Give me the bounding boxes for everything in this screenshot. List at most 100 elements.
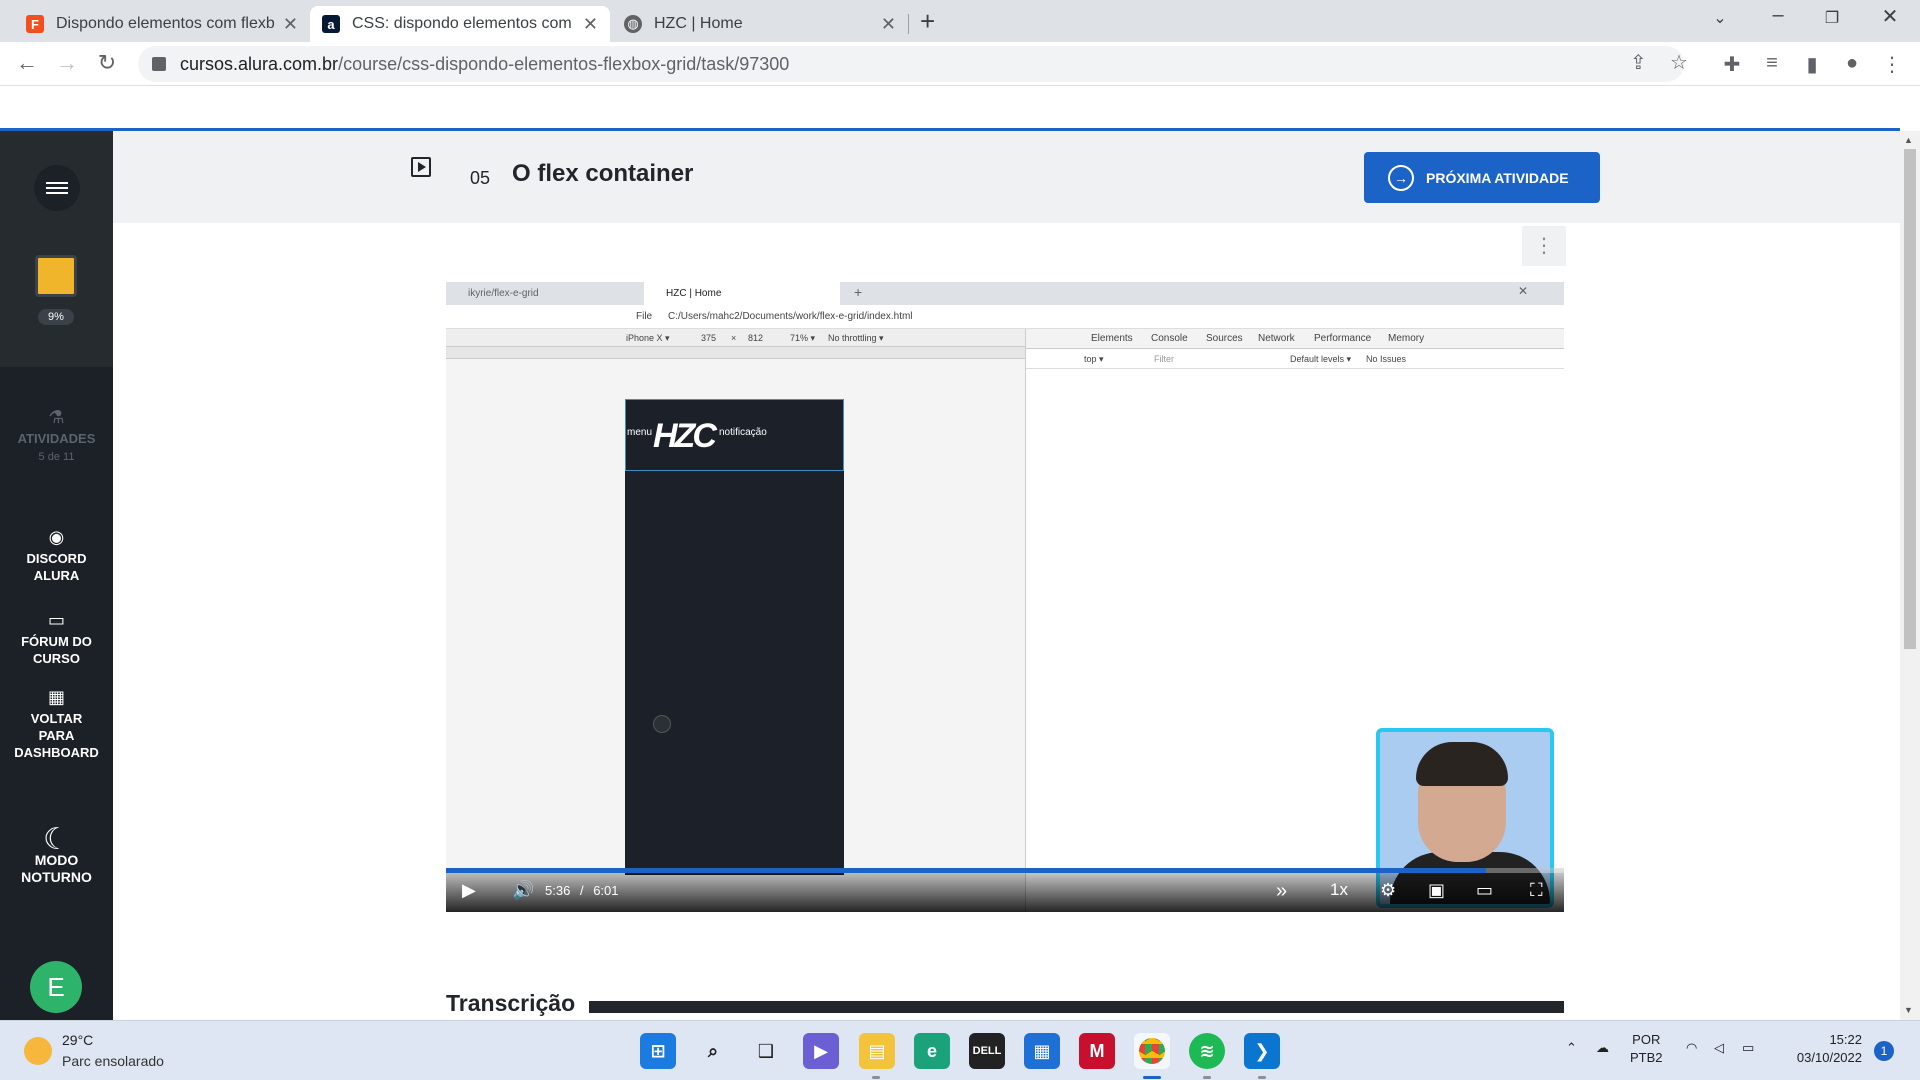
language-indicator[interactable]: POR PTB2 (1630, 1031, 1663, 1067)
reload-icon[interactable]: ↻ (92, 50, 122, 76)
video-phone-screen: menu HZC notificação (625, 399, 844, 875)
globe-icon: ◍ (624, 15, 642, 33)
alura-icon: a (322, 15, 340, 33)
battery-icon[interactable]: ▭ (1742, 1039, 1754, 1057)
browser-tab-figma[interactable]: F Dispondo elementos com flexbo ✕ (14, 6, 310, 42)
discord-icon: ◉ (48, 527, 65, 547)
share-icon[interactable]: ⇪ (1630, 50, 1647, 75)
page-scrollbar[interactable]: ▲ ▼ (1900, 131, 1920, 1020)
next-activity-label: PRÓXIMA ATIVIDADE (1426, 169, 1569, 186)
scrollbar-thumb[interactable] (1904, 149, 1916, 649)
fullscreen-icon[interactable]: ⛶ (1530, 880, 1543, 901)
weather-temp: 29°C (62, 1032, 94, 1048)
video-duration: 6:01 (593, 883, 619, 898)
avatar[interactable]: E (30, 961, 82, 1013)
video-devtools-tab: Console (1151, 329, 1188, 351)
video-phone-menu: menu (627, 427, 653, 438)
onedrive-cloud-icon[interactable]: ☁ (1596, 1039, 1609, 1057)
sidebar-item-label: PARA (38, 728, 75, 743)
tab-search-icon[interactable]: ⌄ (1700, 8, 1740, 28)
speaker-icon[interactable]: ◁ (1714, 1039, 1724, 1057)
notification-badge[interactable]: 1 (1874, 1041, 1894, 1061)
video-address-bar: File C:/Users/mahc2/Documents/work/flex-… (446, 305, 1564, 329)
extensions-icon[interactable]: ✚ (1718, 52, 1746, 77)
close-tab-icon[interactable]: ✕ (583, 14, 598, 35)
close-window-icon[interactable]: ✕ (1870, 4, 1910, 29)
video-cursor-icon (653, 715, 671, 733)
back-icon[interactable]: ← (12, 50, 42, 76)
tab-title: CSS: dispondo elementos com Fl (352, 15, 575, 32)
tray-chevron-icon[interactable]: ⌃ (1566, 1039, 1577, 1057)
play-icon[interactable]: ▶ (462, 880, 476, 901)
sidebar-item-label: CURSO (33, 651, 80, 666)
sidebar-item-night-mode[interactable]: ☾ MODO NOTURNO (0, 825, 113, 886)
scroll-up-icon[interactable]: ▲ (1904, 135, 1913, 145)
video-new-tab-icon: + (854, 284, 863, 300)
flask-icon: ⚗ (48, 407, 65, 427)
store-icon[interactable]: ▦ (1024, 1033, 1060, 1069)
close-tab-icon[interactable]: ✕ (881, 14, 896, 35)
sidebar-item-label: ALURA (33, 568, 80, 583)
sidebar-menu-button[interactable] (34, 165, 80, 211)
restore-icon[interactable]: ❐ (1812, 8, 1852, 28)
weather-sun-icon[interactable] (24, 1037, 52, 1065)
forward-icon[interactable]: → (52, 50, 82, 76)
tab-title: Dispondo elementos com flexbo (56, 15, 275, 32)
bookmark-star-icon[interactable]: ☆ (1670, 50, 1688, 75)
video-devtools-tab: Performance (1314, 333, 1372, 344)
video-time-separator: / (579, 883, 584, 898)
app-running-indicator (1203, 1076, 1211, 1079)
vscode-icon[interactable]: ❯ (1244, 1033, 1280, 1069)
course-thumbnail-icon[interactable] (35, 255, 77, 297)
video-console-filter: Filter (1154, 354, 1174, 364)
volume-icon[interactable]: 🔊 (512, 880, 534, 901)
playback-speed-button[interactable]: 1x (1330, 880, 1348, 900)
teams-chat-icon[interactable]: ▶ (803, 1033, 839, 1069)
search-icon[interactable]: ⌕ (695, 1033, 731, 1069)
browser-tab-hzc[interactable]: ◍ HZC | Home ✕ (612, 6, 908, 42)
video-close-icon: ✕ (1518, 284, 1529, 298)
chrome-icon[interactable] (1134, 1033, 1170, 1069)
browser-tab-alura[interactable]: a CSS: dispondo elementos com Fl ✕ (310, 6, 610, 42)
taskbar: 29°C Parc ensolarado ⊞ ⌕ ❑ ▶ ▤ e DELL ▦ … (0, 1020, 1920, 1080)
settings-gear-icon[interactable]: ⚙ (1380, 880, 1396, 901)
activities-count: 5 de 11 (38, 451, 75, 463)
media-queue-icon[interactable]: ≡ (1758, 52, 1786, 75)
sidebar-item-activities[interactable]: ⚗ ATIVIDADES 5 de 11 (0, 407, 113, 466)
chrome-menu-icon[interactable]: ⋮ (1878, 52, 1906, 77)
course-sidebar: 9% ⚗ ATIVIDADES 5 de 11 ◉ DISCORD ALURA … (0, 131, 113, 1020)
address-bar[interactable]: cursos.alura.com.br/course/css-dispondo-… (138, 46, 1684, 82)
file-explorer-icon[interactable]: ▤ (859, 1033, 895, 1069)
new-tab-icon[interactable]: + (920, 6, 935, 37)
sidebar-item-forum[interactable]: ▭ FÓRUM DO CURSO (0, 611, 113, 667)
sidebar-item-dashboard[interactable]: ▦ VOLTAR PARA DASHBOARD (0, 688, 113, 761)
video-url: C:/Users/mahc2/Documents/work/flex-e-gri… (668, 311, 913, 322)
sidebar-item-label: MODO (34, 852, 79, 868)
profile-icon[interactable]: ● (1838, 52, 1866, 75)
side-panel-icon[interactable]: ▮ (1798, 52, 1826, 77)
video-seek-bar[interactable] (446, 868, 1564, 873)
minimize-icon[interactable]: – (1758, 4, 1798, 27)
picture-in-picture-icon[interactable]: ▣ (1428, 880, 1445, 901)
clock[interactable]: 15:22 03/10/2022 (1782, 1031, 1862, 1067)
next-activity-button[interactable]: → PRÓXIMA ATIVIDADE (1364, 152, 1600, 203)
video-player[interactable]: ikyrie/flex-e-grid HZC | Home + ✕ File C… (446, 282, 1564, 912)
theater-mode-icon[interactable]: ▭ (1476, 880, 1493, 901)
skip-forward-icon[interactable]: » (1276, 880, 1287, 903)
dell-icon[interactable]: DELL (969, 1033, 1005, 1069)
sidebar-item-discord[interactable]: ◉ DISCORD ALURA (0, 527, 113, 584)
url-path: /course/css-dispondo-elementos-flexbox-g… (338, 53, 790, 74)
video-url-prefix: File (636, 311, 653, 322)
spotify-icon[interactable]: ≋ (1189, 1033, 1225, 1069)
scroll-down-icon[interactable]: ▼ (1904, 1005, 1913, 1015)
task-view-icon[interactable]: ❑ (748, 1033, 784, 1069)
mcafee-icon[interactable]: M (1079, 1033, 1115, 1069)
edge-icon[interactable]: e (914, 1033, 950, 1069)
video-ruler (446, 347, 1025, 359)
windows-start-icon[interactable]: ⊞ (640, 1033, 676, 1069)
video-console-bar: top ▾ Filter Default levels ▾ No Issues (1026, 349, 1564, 369)
app-running-indicator (1258, 1076, 1266, 1079)
wifi-icon[interactable]: ◠ (1686, 1039, 1697, 1057)
more-options-icon[interactable]: ⋮ (1522, 226, 1566, 266)
close-tab-icon[interactable]: ✕ (283, 14, 298, 35)
